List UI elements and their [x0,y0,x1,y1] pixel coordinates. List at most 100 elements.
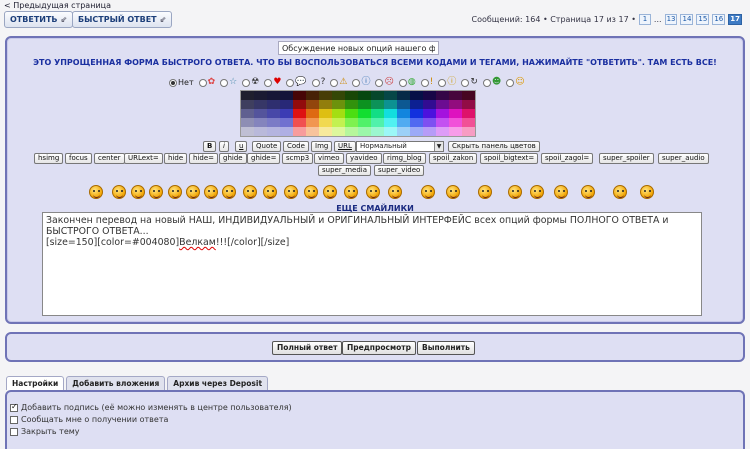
quick-reply-button[interactable]: БЫСТРЫЙ ОТВЕТ ⇙ [72,11,173,28]
page-link[interactable]: 14 [680,14,694,25]
radio-button[interactable] [482,78,491,87]
color-swatch[interactable] [345,127,358,136]
bbcode-urlext-button[interactable]: URLext= [124,153,163,164]
color-swatch[interactable] [397,100,410,109]
color-swatch[interactable] [423,109,436,118]
bbcode-super-media-button[interactable]: super_media [318,165,372,176]
radio-button[interactable] [461,78,470,87]
color-swatch[interactable] [280,109,293,118]
color-swatch[interactable] [462,109,475,118]
color-swatch[interactable] [332,127,345,136]
color-swatch[interactable] [319,118,332,127]
radio-button[interactable] [220,78,229,87]
radio-button[interactable] [198,78,207,87]
bold-button[interactable]: B [203,141,217,152]
color-swatch[interactable] [267,100,280,109]
color-swatch[interactable] [371,100,384,109]
bbcode-yavideo-button[interactable]: yavideo [346,153,382,164]
color-swatch[interactable] [449,118,462,127]
checkbox[interactable] [10,402,18,412]
color-swatch[interactable] [241,127,254,136]
color-swatch[interactable] [267,91,280,100]
bbcode-spoil-bigtext-button[interactable]: spoil_bigtext= [480,153,539,164]
page-link[interactable]: 1 [638,14,651,25]
color-swatch[interactable] [410,100,423,109]
radio-button[interactable] [169,78,177,87]
color-swatch[interactable] [384,118,397,127]
smiley-icon[interactable] [344,185,358,199]
color-swatch[interactable] [267,118,280,127]
reply-button[interactable]: ОТВЕТИТЬ ⇙ [4,11,74,28]
color-swatch[interactable] [241,100,254,109]
color-swatch[interactable] [397,127,410,136]
post-icon-option[interactable]: ⚠ [330,78,347,87]
color-swatch[interactable] [345,100,358,109]
color-swatch[interactable] [410,118,423,127]
option-attach-signature[interactable]: Добавить подпись (её можно изменять в це… [10,402,292,412]
tab-attachments[interactable]: Добавить вложения [66,376,166,390]
smiley-icon[interactable] [168,185,182,199]
underline-button[interactable]: u [235,141,248,152]
smiley-icon[interactable] [131,185,145,199]
color-swatch[interactable] [436,127,449,136]
color-swatch[interactable] [449,127,462,136]
color-swatch[interactable] [332,91,345,100]
option-lock-topic[interactable]: Закрыть тему [10,427,80,436]
radio-button[interactable] [264,78,273,87]
hide-colors-button[interactable]: Скрыть панель цветов [448,141,540,152]
color-swatch[interactable] [462,91,475,100]
color-swatch[interactable] [384,100,397,109]
bbcode-center-button[interactable]: center [94,153,125,164]
checkbox[interactable] [10,427,18,436]
color-swatch[interactable] [358,109,371,118]
smiley-icon[interactable] [640,185,654,199]
color-swatch[interactable] [254,100,267,109]
color-swatch[interactable] [332,100,345,109]
color-swatch[interactable] [306,118,319,127]
bbcode-spoil-zakon-button[interactable]: spoil_zakon [429,153,478,164]
img-button[interactable]: Img [311,141,333,152]
tab-deposit-archive[interactable]: Архив через Deposit [167,376,269,390]
smiley-icon[interactable] [323,185,337,199]
color-swatch[interactable] [306,100,319,109]
post-icon-option[interactable]: ☢ [242,78,259,87]
page-link[interactable]: 16 [712,14,726,25]
color-swatch[interactable] [410,127,423,136]
color-swatch[interactable] [371,91,384,100]
code-button[interactable]: Code [283,141,309,152]
smiley-icon[interactable] [581,185,595,199]
color-swatch[interactable] [293,127,306,136]
smiley-icon[interactable] [613,185,627,199]
post-icon-option[interactable]: ⓘ [352,78,370,87]
smiley-icon[interactable] [186,185,200,199]
bbcode-super-spoiler-button[interactable]: super_spoiler [599,153,654,164]
smiley-icon[interactable] [446,185,460,199]
color-swatch[interactable] [397,91,410,100]
message-textarea[interactable]: Закончен перевод на новый НАШ, ИНДИВИДУА… [42,212,702,316]
page-link[interactable]: 15 [696,14,710,25]
submit-button[interactable]: Выполнить [417,341,475,355]
smiley-icon[interactable] [112,185,126,199]
color-swatch[interactable] [449,109,462,118]
post-icon-option[interactable]: 💬 [286,78,307,87]
post-icon-option[interactable]: ↻ [461,78,478,87]
post-icon-none[interactable]: Нет [169,78,194,87]
italic-button[interactable]: i [219,141,229,152]
color-swatch[interactable] [371,118,384,127]
color-swatch[interactable] [345,109,358,118]
color-swatch[interactable] [423,100,436,109]
color-swatch[interactable] [436,100,449,109]
color-swatch[interactable] [280,91,293,100]
color-swatch[interactable] [436,118,449,127]
color-swatch[interactable] [462,100,475,109]
color-swatch[interactable] [254,127,267,136]
post-icon-option[interactable]: ? [311,78,325,87]
post-icon-option[interactable]: ! [420,78,433,87]
smiley-icon[interactable] [222,185,236,199]
color-swatch[interactable] [449,100,462,109]
color-swatch[interactable] [423,118,436,127]
color-swatch[interactable] [423,91,436,100]
smiley-icon[interactable] [204,185,218,199]
url-button[interactable]: URL [334,141,356,152]
color-swatch[interactable] [280,127,293,136]
